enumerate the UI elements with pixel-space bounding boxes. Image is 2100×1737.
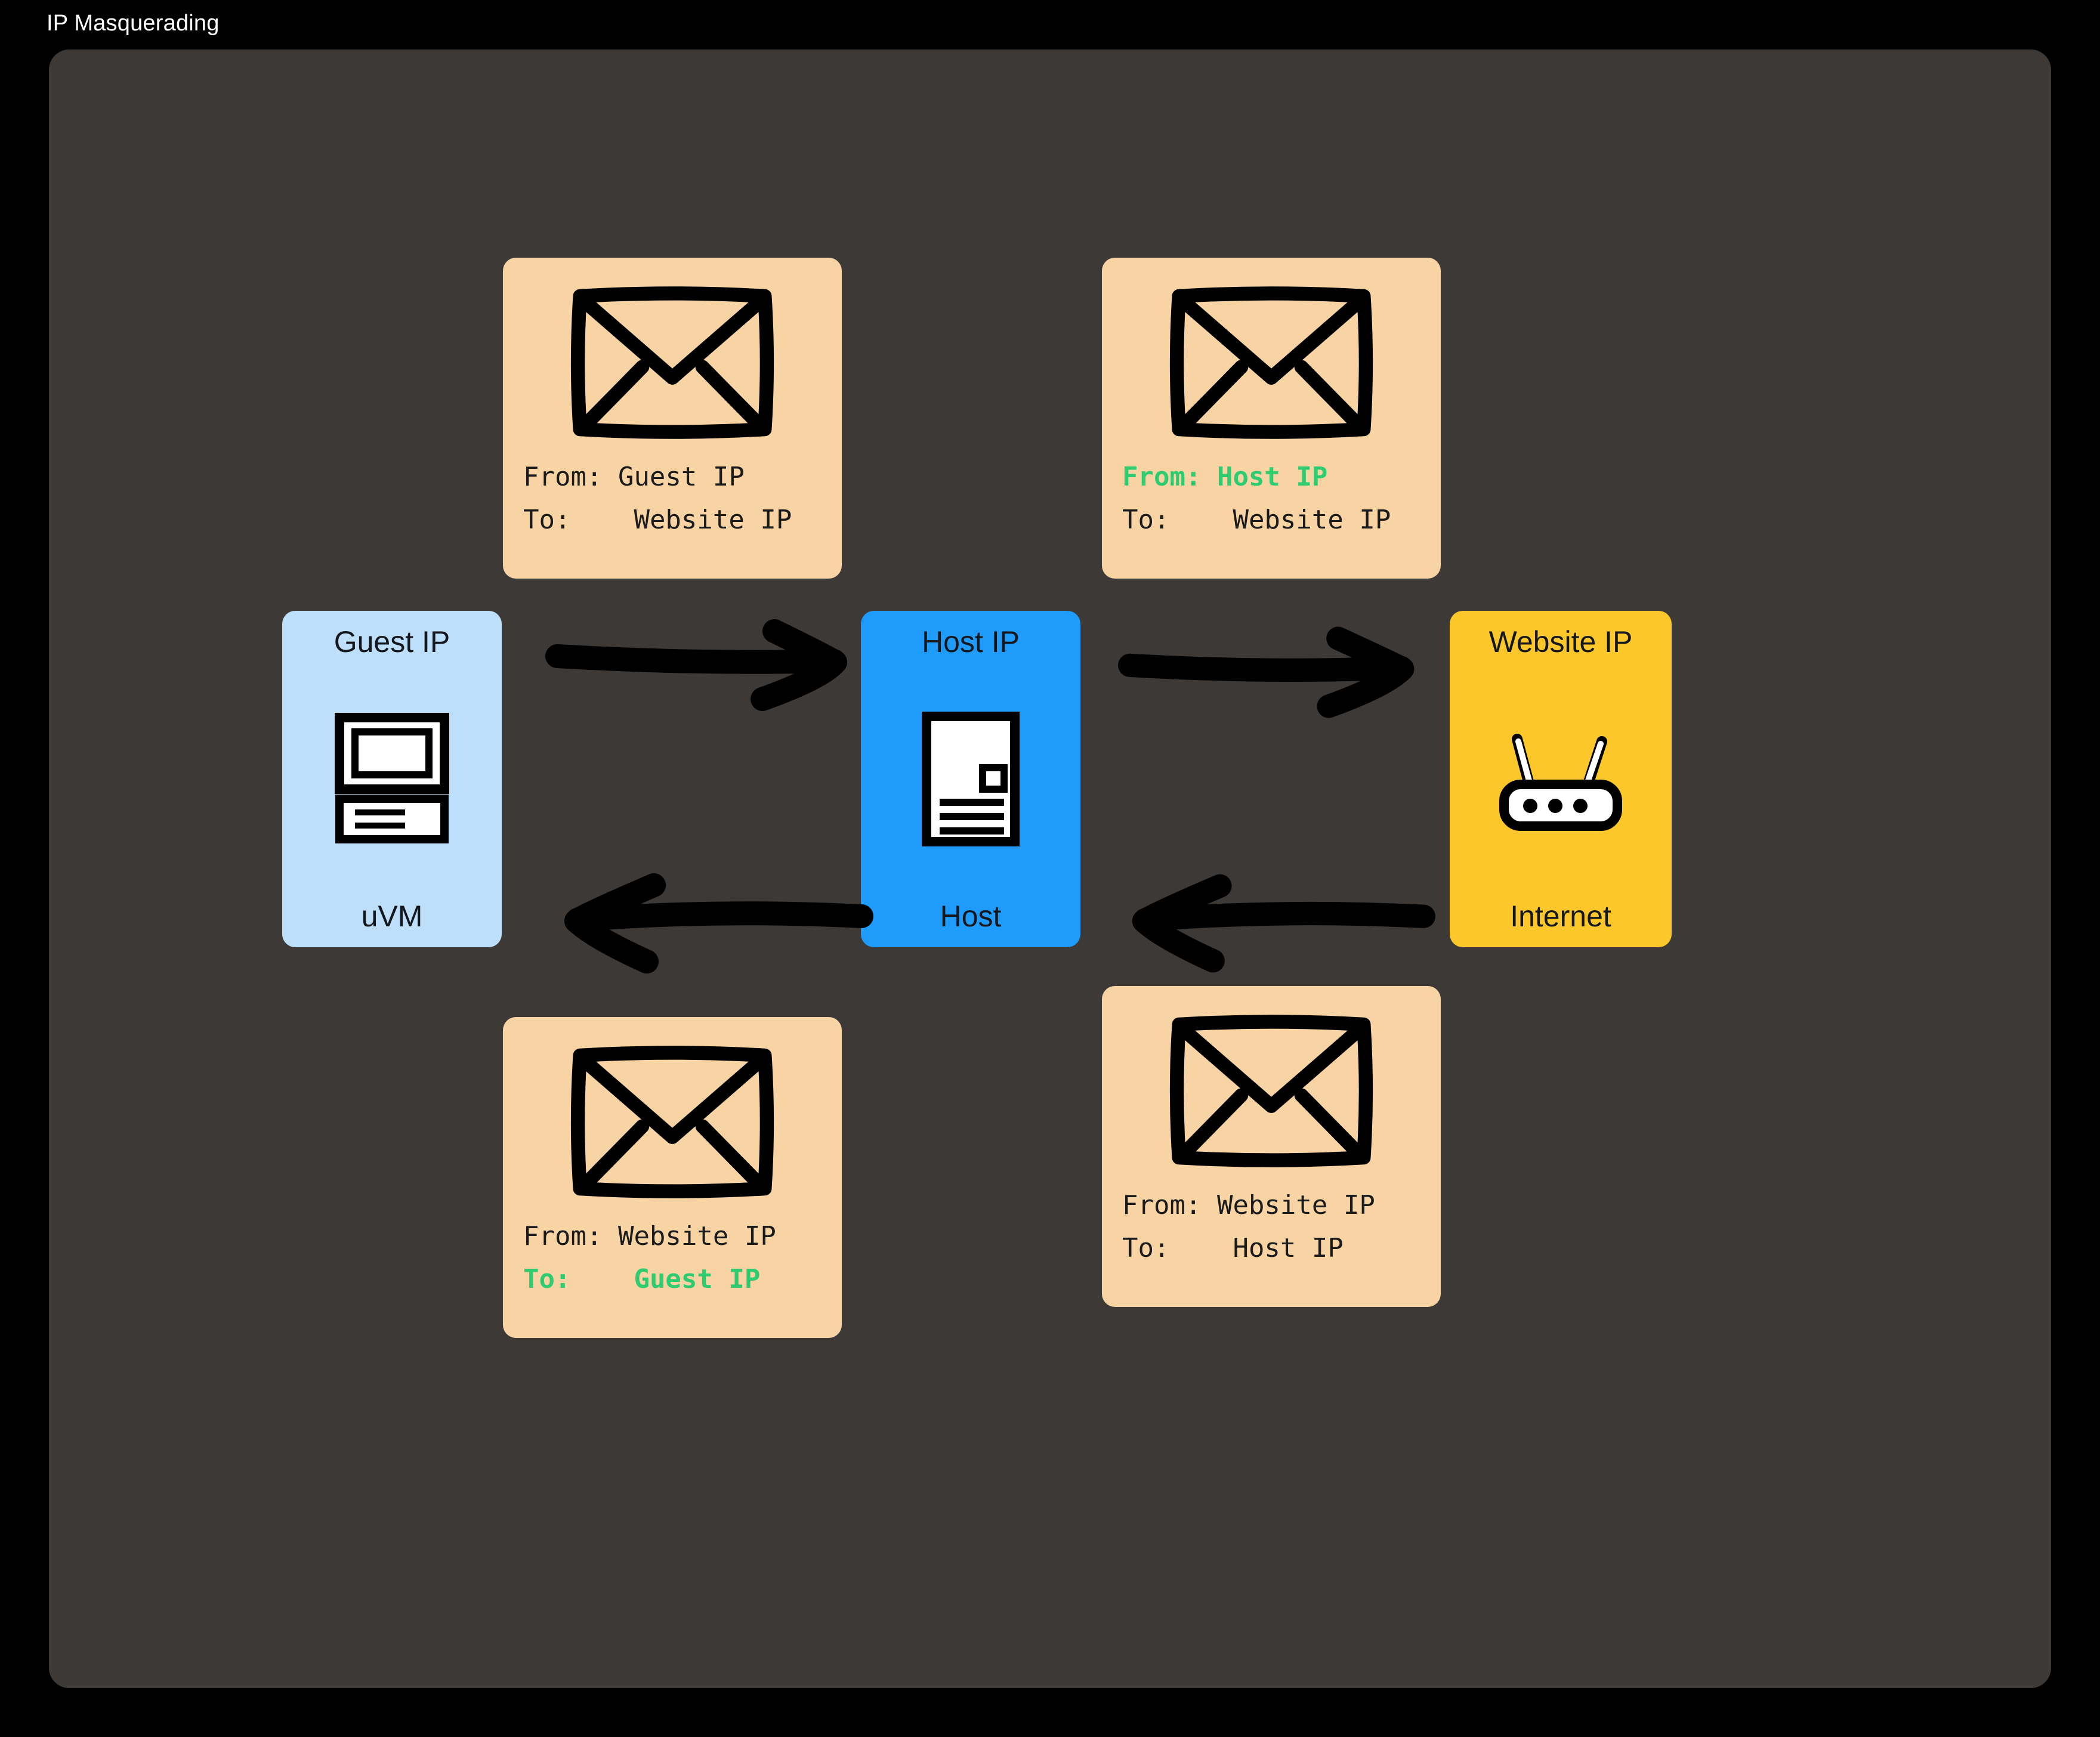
packet-text-block: From: Guest IP To: Website IP xyxy=(503,456,842,542)
envelope-icon xyxy=(570,1046,774,1198)
computer-icon-glyph xyxy=(335,713,449,843)
router-icon-glyph xyxy=(1499,734,1622,831)
router-icon xyxy=(1450,658,1672,901)
node-uvm-top-label: Guest IP xyxy=(333,625,450,659)
node-uvm-bottom-label: uVM xyxy=(361,899,423,933)
packet-line-to: To: Guest IP xyxy=(523,1264,761,1294)
computer-icon xyxy=(282,658,502,901)
packet-line-to: To: Website IP xyxy=(523,505,792,535)
node-host-top-label: Host IP xyxy=(922,625,1020,659)
packet-card-outbound-guest[interactable]: From: Guest IP To: Website IP xyxy=(503,258,842,579)
node-uvm[interactable]: Guest IP uVM xyxy=(282,611,502,947)
node-internet-top-label: Website IP xyxy=(1488,625,1633,659)
node-host-bottom-label: Host xyxy=(940,899,1002,933)
packet-line-from: From: Guest IP xyxy=(523,462,745,492)
window-title: IP Masquerading xyxy=(47,10,220,36)
node-internet-bottom-label: Internet xyxy=(1510,899,1611,933)
packet-line-from: From: Website IP xyxy=(523,1221,776,1251)
packet-card-outbound-masqueraded[interactable]: From: Host IP To: Website IP xyxy=(1102,258,1441,579)
packet-text-block: From: Website IP To: Guest IP xyxy=(503,1215,842,1301)
node-internet[interactable]: Website IP Internet xyxy=(1450,611,1672,947)
envelope-icon xyxy=(570,286,774,439)
window-titlebar: IP Masquerading xyxy=(0,0,240,47)
server-document-icon-glyph xyxy=(922,712,1020,846)
node-host[interactable]: Host IP Host xyxy=(861,611,1080,947)
arrow-host-to-internet xyxy=(1118,626,1415,718)
arrow-uvm-to-host xyxy=(545,619,847,711)
screenshot-root: IP Masquerading From: Guest IP To: Websi… xyxy=(0,0,2100,1737)
envelope-icon xyxy=(1169,286,1373,439)
packet-line-from: From: Host IP xyxy=(1122,462,1328,492)
envelope-icon xyxy=(1169,1015,1373,1167)
server-document-icon xyxy=(861,658,1080,901)
packet-card-inbound-translated[interactable]: From: Website IP To: Guest IP xyxy=(503,1017,842,1338)
packet-line-to: To: Website IP xyxy=(1122,505,1391,535)
packet-line-to: To: Host IP xyxy=(1122,1233,1344,1263)
packet-card-inbound-host[interactable]: From: Website IP To: Host IP xyxy=(1102,986,1441,1307)
packet-text-block: From: Website IP To: Host IP xyxy=(1102,1184,1441,1270)
diagram-canvas: From: Guest IP To: Website IP From: Host… xyxy=(49,50,2051,1688)
arrow-host-to-uvm xyxy=(564,873,873,973)
packet-line-from: From: Website IP xyxy=(1122,1190,1375,1220)
arrow-internet-to-host xyxy=(1132,874,1435,973)
packet-text-block: From: Host IP To: Website IP xyxy=(1102,456,1441,542)
